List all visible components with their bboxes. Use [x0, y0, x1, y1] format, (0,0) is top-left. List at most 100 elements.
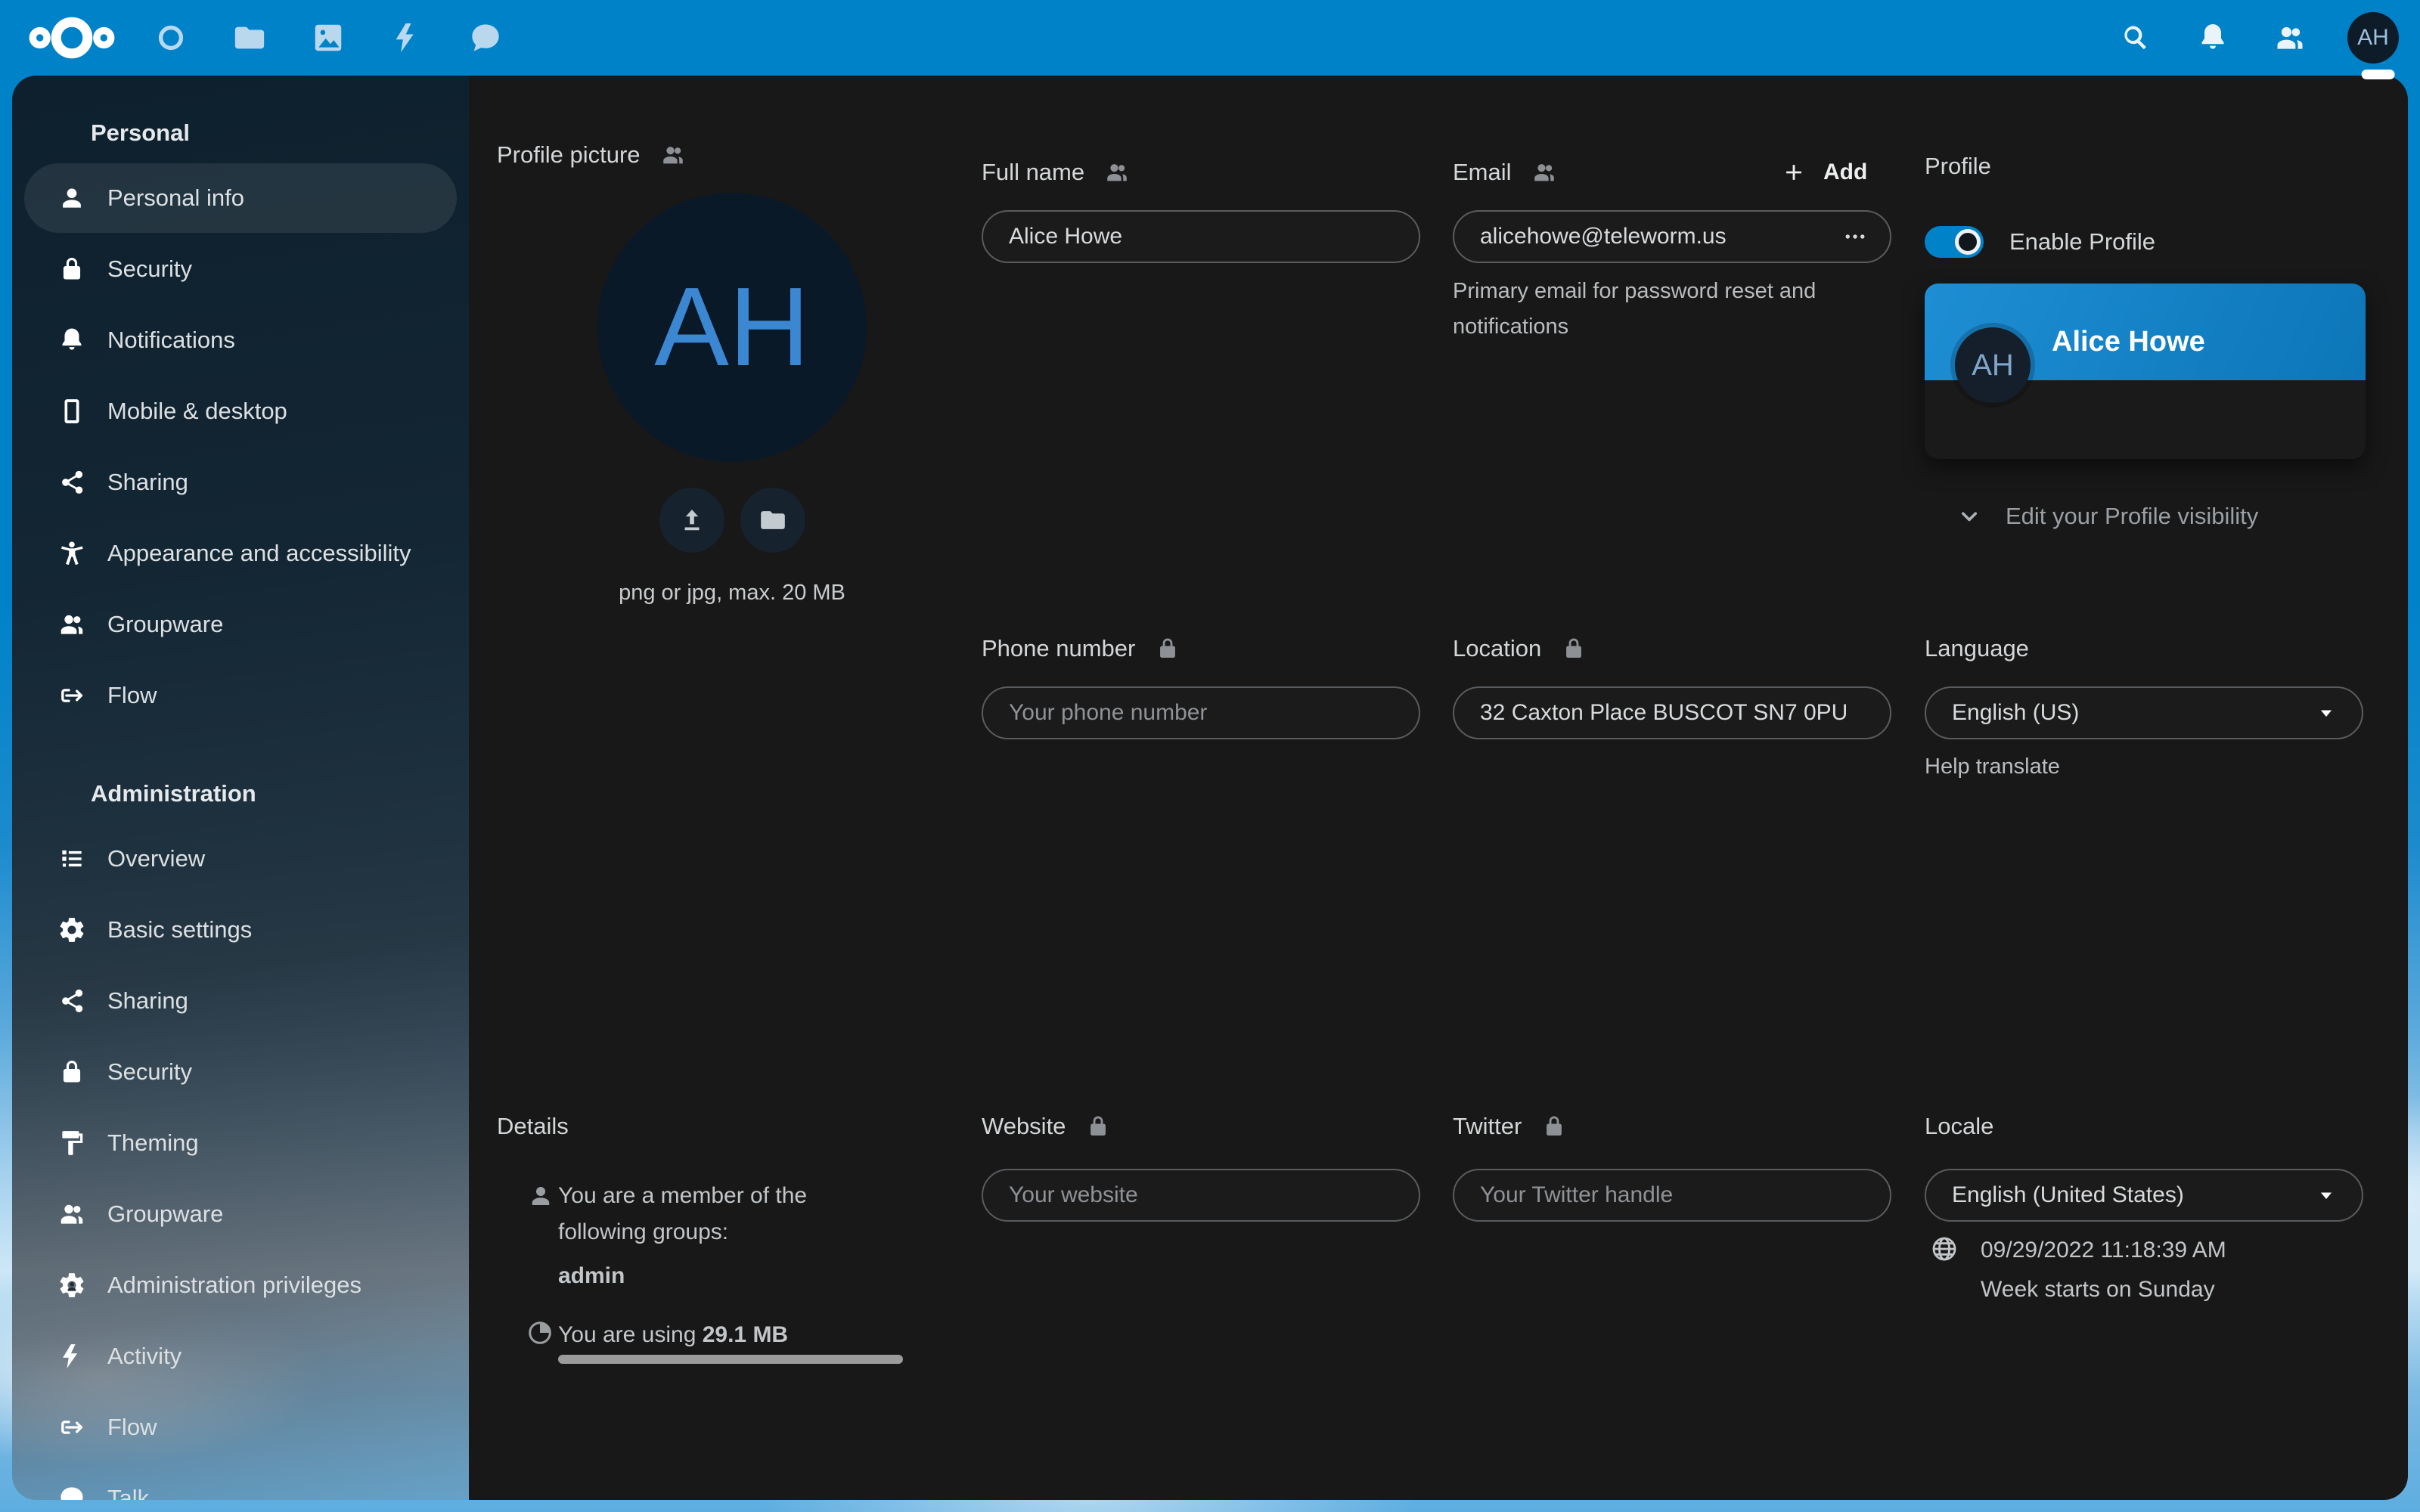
lock-icon [57, 1058, 86, 1086]
edit-profile-visibility[interactable]: Edit your Profile visibility [1956, 500, 2258, 533]
help-translate-link[interactable]: Help translate [1925, 754, 2060, 779]
talk-icon [468, 20, 503, 55]
enable-profile-toggle[interactable] [1925, 226, 1984, 258]
sidebar-item-label: Basic settings [107, 916, 252, 943]
accessibility-icon [57, 539, 86, 568]
sidebar-item-administration-privileges[interactable]: Administration privileges [24, 1250, 457, 1320]
sidebar-item-label: Flow [107, 1414, 157, 1441]
profile-picture-avatar[interactable]: AH [597, 193, 867, 462]
upload-avatar-button[interactable] [659, 488, 724, 553]
dots-horizontal-icon [1841, 223, 1869, 250]
sidebar-item-security[interactable]: Security [24, 1037, 457, 1107]
locale-label: Locale [1925, 1110, 1993, 1143]
location-input[interactable] [1453, 686, 1891, 739]
sidebar-section-personal: Personal [91, 119, 469, 147]
scope-lock-icon[interactable] [1561, 636, 1587, 662]
sidebar-item-overview[interactable]: Overview [24, 824, 457, 894]
sidebar-item-groupware[interactable]: Groupware [24, 1179, 457, 1249]
scope-contacts-icon[interactable] [660, 142, 686, 168]
paint-icon [57, 1129, 86, 1157]
sidebar-item-activity[interactable]: Activity [24, 1321, 457, 1391]
scope-lock-icon[interactable] [1541, 1114, 1567, 1139]
sidebar-item-label: Administration privileges [107, 1272, 361, 1299]
website-input[interactable] [982, 1169, 1420, 1222]
sidebar-item-label: Security [107, 256, 192, 283]
groups-membership-text: You are a member of the following groups… [558, 1178, 891, 1250]
nextcloud-logo-icon[interactable] [26, 16, 118, 60]
sidebar-item-label: Talk [107, 1485, 149, 1500]
scope-contacts-icon[interactable] [1104, 160, 1130, 185]
globe-icon [1929, 1234, 1959, 1264]
quota-value: 29.1 MB [703, 1322, 788, 1347]
search-button[interactable] [2116, 18, 2155, 57]
location-label: Location [1453, 632, 1587, 665]
notifications-button[interactable] [2193, 18, 2232, 57]
sidebar-item-label: Flow [107, 682, 157, 709]
twitter-input[interactable] [1453, 1169, 1891, 1222]
profile-heading: Profile [1925, 150, 1991, 183]
sidebar-item-notifications[interactable]: Notifications [24, 305, 457, 375]
email-input[interactable] [1453, 210, 1891, 263]
scope-lock-icon[interactable] [1085, 1114, 1111, 1139]
plus-icon [1781, 160, 1807, 185]
sidebar-item-security[interactable]: Security [24, 234, 457, 304]
member-person-icon [527, 1182, 554, 1210]
email-options-button[interactable] [1838, 220, 1872, 253]
sidebar-item-talk[interactable]: Talk [24, 1464, 457, 1500]
sidebar-item-label: Sharing [107, 469, 188, 496]
locale-week-info: Week starts on Sunday [1981, 1272, 2215, 1308]
sidebar-item-groupware[interactable]: Groupware [24, 590, 457, 659]
top-bar: AH [0, 0, 2420, 76]
settings-sidebar: Personal Personal info Security Notificatio… [12, 76, 469, 1500]
scope-contacts-icon[interactable] [1531, 160, 1557, 185]
choose-from-files-button[interactable] [740, 488, 805, 553]
groupware-icon [57, 1200, 86, 1228]
locale-select[interactable]: English (United States) [1925, 1169, 2363, 1222]
sidebar-item-label: Overview [107, 845, 205, 872]
sidebar-section-administration: Administration [91, 780, 469, 807]
sidebar-item-sharing[interactable]: Sharing [24, 966, 457, 1036]
upload-icon [678, 506, 706, 534]
cog-account-icon [57, 1271, 86, 1300]
app-dashboard[interactable] [153, 20, 189, 56]
enable-profile-label: Enable Profile [2009, 226, 2155, 258]
sidebar-item-label: Groupware [107, 611, 223, 638]
magnify-icon [2119, 21, 2152, 54]
profile-card-avatar: AH [1955, 327, 2031, 403]
sidebar-item-mobile-desktop[interactable]: Mobile & desktop [24, 376, 457, 446]
sidebar-item-sharing[interactable]: Sharing [24, 448, 457, 517]
sidebar-item-label: Sharing [107, 987, 188, 1015]
sidebar-item-basic-settings[interactable]: Basic settings [24, 895, 457, 965]
lock-icon [57, 255, 86, 284]
app-activity[interactable] [389, 20, 425, 56]
app-photos[interactable] [310, 20, 346, 56]
sidebar-item-personal-info[interactable]: Personal info [24, 163, 457, 233]
contacts-button[interactable] [2270, 18, 2310, 57]
app-talk[interactable] [467, 20, 504, 56]
profile-preview-card[interactable]: AH Alice Howe [1925, 284, 2366, 459]
add-email-button[interactable]: Add [1781, 156, 1867, 189]
quota-text: You are using 29.1 MB [558, 1317, 788, 1353]
talk-icon [57, 1484, 86, 1500]
details-heading: Details [497, 1110, 569, 1143]
quota-icon [526, 1318, 554, 1347]
folder-icon [759, 506, 787, 534]
chevron-down-icon [1956, 503, 1983, 530]
sidebar-item-flow[interactable]: Flow [24, 661, 457, 730]
account-icon [57, 184, 86, 212]
sidebar-item-theming[interactable]: Theming [24, 1108, 457, 1178]
app-files[interactable] [231, 20, 268, 56]
language-select[interactable]: English (US) [1925, 686, 2363, 739]
scope-lock-icon[interactable] [1155, 636, 1181, 662]
sidebar-item-flow[interactable]: Flow [24, 1393, 457, 1462]
phone-input[interactable] [982, 686, 1420, 739]
groupware-icon [57, 610, 86, 639]
twitter-label: Twitter [1453, 1110, 1567, 1143]
user-avatar[interactable]: AH [2347, 12, 2399, 64]
photos-icon [311, 20, 346, 55]
sidebar-item-label: Personal info [107, 184, 244, 212]
caret-down-icon [2313, 700, 2339, 726]
app-shell: Personal Personal info Security Notificatio… [12, 76, 2408, 1500]
sidebar-item-appearance-and-accessibility[interactable]: Appearance and accessibility [24, 519, 457, 588]
full-name-input[interactable] [982, 210, 1420, 263]
